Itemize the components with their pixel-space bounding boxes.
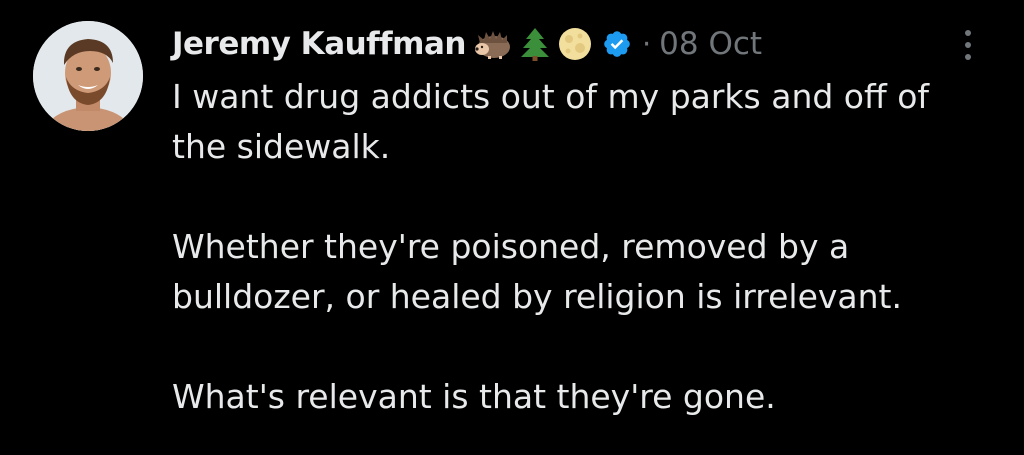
more-options-icon[interactable] <box>958 27 978 63</box>
full-moon-icon <box>558 27 592 61</box>
tweet[interactable]: Jeremy Kauffman · 08 Oct I want drug add… <box>0 0 1024 455</box>
hedgehog-icon <box>474 29 512 59</box>
tweet-date[interactable]: 08 Oct <box>659 26 762 62</box>
tweet-paragraph: I want drug addicts out of my parks and … <box>172 77 930 166</box>
tweet-header: Jeremy Kauffman · 08 Oct <box>172 20 762 68</box>
author-name[interactable]: Jeremy Kauffman <box>172 26 466 62</box>
evergreen-tree-icon <box>520 27 550 61</box>
avatar[interactable] <box>33 21 143 131</box>
tweet-paragraph: Whether they're poisoned, removed by a b… <box>172 227 902 316</box>
separator-dot: · <box>641 27 652 61</box>
tweet-text: I want drug addicts out of my parks and … <box>172 72 992 422</box>
tweet-paragraph: What's relevant is that they're gone. <box>172 377 776 416</box>
verified-badge-icon[interactable] <box>602 29 632 59</box>
